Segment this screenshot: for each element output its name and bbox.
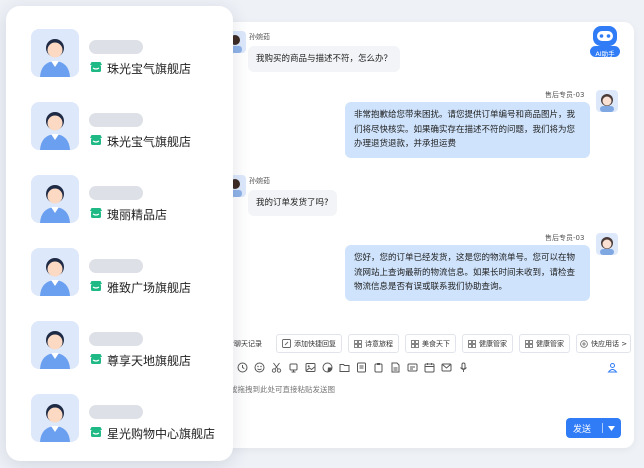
add-quick-reply-label: 添加快捷回复 (294, 339, 336, 348)
store-name: 珠光宝气旗舰店 (107, 62, 192, 76)
caret-down-icon[interactable] (608, 426, 615, 431)
send-label: 发送 (573, 424, 592, 435)
user-message-bubble: 我的订单发货了吗? (248, 190, 337, 216)
user-message-bubble: 我购买的商品与描述不符，怎么办？ (248, 46, 401, 72)
clock-icon[interactable] (237, 362, 248, 373)
store-icon (90, 208, 102, 218)
store-name: 珠光宝气旗舰店 (107, 135, 192, 149)
grid-icon (525, 339, 533, 348)
placeholder-bar (89, 40, 143, 54)
quick-chip-label: 美食天下 (422, 339, 450, 348)
send-button[interactable]: 发送 (566, 418, 621, 438)
placeholder-bar (89, 332, 143, 346)
store-avatar (31, 102, 79, 150)
placeholder-bar (89, 405, 143, 419)
placeholder-bar (89, 113, 143, 127)
message-line: 物流信息是否有误或联系我们协助查询。 (354, 282, 508, 292)
message-input[interactable] (228, 380, 612, 398)
microphone-icon[interactable] (458, 362, 469, 373)
scissors-icon[interactable] (271, 362, 282, 373)
sender-name: 孙婉茹 (249, 177, 270, 185)
agent-avatar (596, 90, 618, 112)
store-icon (90, 62, 102, 72)
store-item[interactable]: 雅致广场旗舰店 (31, 248, 231, 298)
ai-assistant-label: AI助手 (595, 50, 615, 58)
quick-app-label: 快应用话 > (590, 339, 627, 348)
calendar-icon[interactable] (424, 362, 435, 373)
clipboard-icon[interactable] (373, 362, 384, 373)
quick-app-button[interactable]: 快应用话 > (576, 334, 631, 353)
image-icon[interactable] (305, 362, 316, 373)
store-icon (90, 135, 102, 145)
agent-message-bubble: 您好，您的订单已经发货，这是您的物流单号。您可以在物 流网站上查询最新的物流信息… (345, 245, 590, 301)
store-name: 瑰丽精品店 (107, 208, 168, 222)
store-icon (90, 354, 102, 364)
plus-circle-icon (580, 339, 588, 348)
placeholder-bar (89, 259, 143, 273)
emoji-icon[interactable] (254, 362, 265, 373)
grid-icon (468, 339, 476, 348)
sender-name: 孙婉茹 (249, 33, 270, 41)
divider (602, 423, 603, 433)
message-line: 们将尽快核实。如果确实存在描述不符的问题，我们将为您 (354, 124, 576, 135)
ai-assistant-button[interactable]: AI助手 (589, 24, 621, 58)
store-list-panel: 珠光宝气旗舰店 珠光宝气旗舰店 瑰丽精品店 雅致广场旗舰店 尊享天地旗舰店 星光… (6, 6, 233, 461)
quick-chip-label: 诗意旅程 (365, 339, 393, 348)
card-icon[interactable] (407, 362, 418, 373)
sticker-icon[interactable] (322, 362, 333, 373)
store-icon (90, 427, 102, 437)
store-avatar (31, 321, 79, 369)
quick-chip-label: 健康管家 (536, 339, 564, 348)
order-icon[interactable] (356, 362, 367, 373)
message-line: 流网站上查询最新的物流信息。如果长时间未收到，请检查 (354, 267, 576, 278)
store-item[interactable]: 珠光宝气旗舰店 (31, 29, 231, 79)
agent-avatar (596, 233, 618, 255)
user-transfer-icon[interactable] (607, 362, 618, 373)
quick-chip[interactable]: 健康管家 (462, 334, 513, 353)
message-line: 非常抱歉给您带来困扰。请您提供订单编号和商品图片，我 (354, 110, 576, 120)
screenshot-icon[interactable] (288, 362, 299, 373)
mail-icon[interactable] (441, 362, 452, 373)
placeholder-bar (89, 186, 143, 200)
store-avatar (31, 175, 79, 223)
document-icon[interactable] (390, 362, 401, 373)
store-item[interactable]: 尊享天地旗舰店 (31, 321, 231, 371)
add-quick-reply-button[interactable]: 添加快捷回复 (276, 334, 342, 353)
edit-icon (282, 339, 291, 348)
quick-chip[interactable]: 美食天下 (405, 334, 456, 353)
store-item[interactable]: 珠光宝气旗舰店 (31, 102, 231, 152)
store-icon (90, 281, 102, 291)
quick-chip-label: 健康管家 (479, 339, 507, 348)
store-item[interactable]: 瑰丽精品店 (31, 175, 231, 225)
grid-icon (354, 339, 362, 348)
message-text: 我购买的商品与描述不符，怎么办？ (256, 54, 393, 64)
quick-chip[interactable]: 诗意旅程 (348, 334, 399, 353)
store-name: 雅致广场旗舰店 (107, 281, 192, 295)
store-avatar (31, 394, 79, 442)
agent-name: 售后专员-03 (545, 234, 585, 242)
message-text: 我的订单发货了吗? (256, 198, 329, 208)
agent-message-bubble: 非常抱歉给您带来困扰。请您提供订单编号和商品图片，我 们将尽快核实。如果确实存在… (345, 102, 590, 158)
grid-icon (411, 339, 419, 348)
message-line: 办理退货退款，并承担运费 (354, 139, 457, 149)
store-name: 星光购物中心旗舰店 (107, 427, 216, 441)
message-line: 您好，您的订单已经发货，这是您的物流单号。您可以在物 (354, 253, 576, 263)
quick-chip[interactable]: 健康管家 (519, 334, 570, 353)
agent-name: 售后专员-03 (545, 91, 585, 99)
store-name: 尊享天地旗舰店 (107, 354, 192, 368)
store-avatar (31, 29, 79, 77)
store-avatar (31, 248, 79, 296)
store-item[interactable]: 星光购物中心旗舰店 (31, 394, 231, 444)
folder-icon[interactable] (339, 362, 350, 373)
